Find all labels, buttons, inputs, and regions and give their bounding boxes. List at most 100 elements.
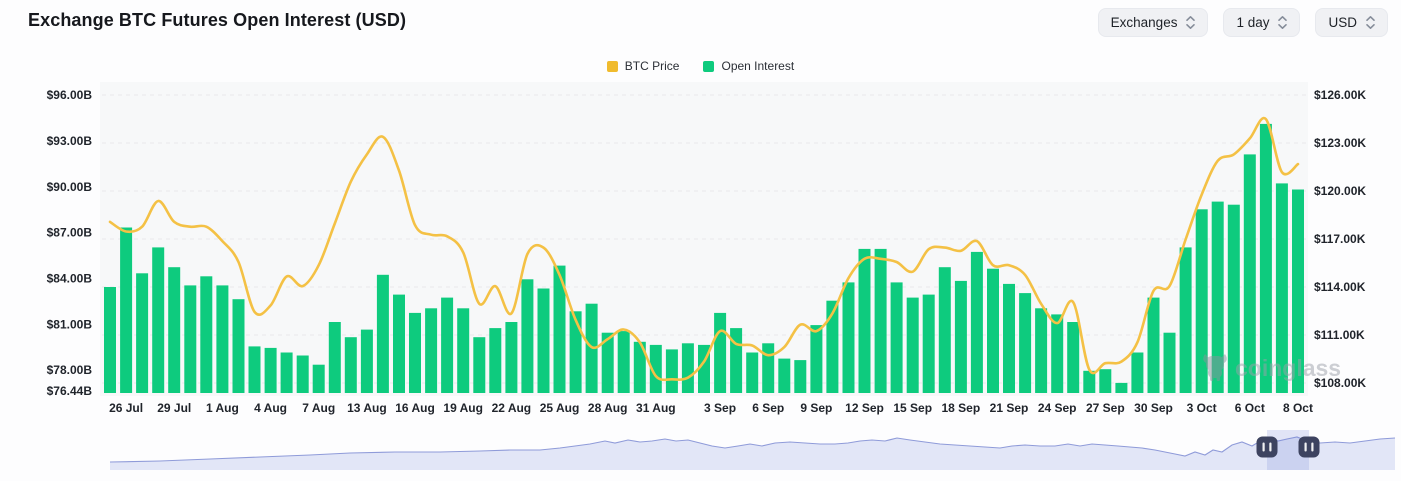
oi-bar[interactable] [281, 353, 293, 394]
x-axis-label: 9 Sep [800, 401, 832, 415]
currency-dropdown-label: USD [1328, 15, 1357, 30]
oi-bar[interactable] [843, 282, 855, 393]
pause-bars-icon [1305, 443, 1307, 452]
y-axis-label-left: $81.00B [47, 317, 93, 331]
oi-bar[interactable] [441, 298, 453, 393]
updown-chevron-icon [1366, 15, 1375, 30]
oi-bar[interactable] [1003, 284, 1015, 393]
oi-bar[interactable] [216, 285, 228, 393]
oi-bar[interactable] [104, 287, 116, 393]
oi-bar[interactable] [1148, 298, 1160, 393]
oi-bar[interactable] [473, 337, 485, 393]
oi-bar[interactable] [393, 295, 405, 393]
x-axis-label: 19 Aug [443, 401, 483, 415]
navigator-area[interactable] [110, 437, 1395, 470]
oi-bar[interactable] [489, 328, 501, 393]
oi-bar[interactable] [762, 343, 774, 393]
oi-bar[interactable] [907, 298, 919, 393]
oi-bar[interactable] [1180, 247, 1192, 393]
y-axis-label-right: $120.00K [1314, 184, 1366, 198]
oi-bar[interactable] [875, 249, 887, 393]
exchanges-dropdown[interactable]: Exchanges [1098, 8, 1209, 37]
oi-bar[interactable] [1115, 383, 1127, 393]
y-axis-label-left: $84.00B [47, 272, 93, 286]
legend-label-btc-price: BTC Price [625, 59, 680, 73]
oi-bar[interactable] [1196, 209, 1208, 393]
oi-bar[interactable] [136, 273, 148, 393]
oi-bar[interactable] [1035, 308, 1047, 393]
y-axis-label-left: $76.44B [47, 384, 93, 398]
updown-chevron-icon [1186, 15, 1195, 30]
oi-bar[interactable] [971, 252, 983, 393]
oi-bar[interactable] [859, 249, 871, 393]
oi-bar[interactable] [1019, 293, 1031, 393]
oi-bar[interactable] [409, 313, 421, 393]
chart-legend: BTC Price Open Interest [0, 59, 1401, 73]
oi-bar[interactable] [505, 322, 517, 393]
interval-dropdown-label: 1 day [1236, 15, 1269, 30]
y-axis-label-left: $96.00B [47, 88, 93, 102]
oi-bar[interactable] [794, 360, 806, 393]
y-axis-label-right: $114.00K [1314, 280, 1366, 294]
x-axis-label: 13 Aug [347, 401, 387, 415]
oi-bar[interactable] [618, 331, 630, 393]
legend-item-open-interest[interactable]: Open Interest [703, 59, 794, 73]
oi-bar[interactable] [538, 289, 550, 394]
oi-bar[interactable] [1164, 333, 1176, 393]
oi-bar[interactable] [987, 269, 999, 393]
oi-bar[interactable] [1260, 124, 1272, 393]
y-axis-label-left: $78.00B [47, 363, 93, 377]
oi-bar[interactable] [152, 247, 164, 393]
x-axis-label: 18 Sep [942, 401, 981, 415]
legend-label-open-interest: Open Interest [721, 59, 794, 73]
y-axis-label-left: $93.00B [47, 134, 93, 148]
oi-bar[interactable] [570, 311, 582, 393]
oi-bar[interactable] [425, 308, 437, 393]
x-axis-label: 24 Sep [1038, 401, 1077, 415]
oi-bar[interactable] [730, 328, 742, 393]
oi-bar[interactable] [345, 337, 357, 393]
x-axis-label: 4 Aug [254, 401, 287, 415]
oi-bar[interactable] [233, 299, 245, 393]
pause-bars-icon [1263, 443, 1265, 452]
oi-bar[interactable] [923, 295, 935, 393]
oi-bar[interactable] [746, 353, 758, 394]
oi-bar[interactable] [457, 308, 469, 393]
oi-bar[interactable] [714, 313, 726, 393]
oi-bar[interactable] [1067, 322, 1079, 393]
x-axis-label: 29 Jul [157, 401, 191, 415]
oi-bar[interactable] [184, 285, 196, 393]
oi-bar[interactable] [377, 275, 389, 393]
x-axis-label: 16 Aug [395, 401, 435, 415]
oi-bar[interactable] [521, 279, 533, 393]
oi-bar[interactable] [120, 228, 132, 394]
navigator-left-handle[interactable] [1257, 437, 1278, 458]
oi-bar[interactable] [666, 349, 678, 393]
oi-bar[interactable] [313, 365, 325, 393]
pause-bars-icon [1311, 443, 1313, 452]
oi-bar[interactable] [200, 276, 212, 393]
oi-bar[interactable] [682, 343, 694, 393]
oi-bar[interactable] [329, 322, 341, 393]
oi-bar[interactable] [891, 282, 903, 393]
currency-dropdown[interactable]: USD [1315, 8, 1388, 37]
oi-bar[interactable] [1131, 353, 1143, 394]
oi-bar[interactable] [265, 348, 277, 393]
legend-item-btc-price[interactable]: BTC Price [607, 59, 680, 73]
x-axis-label: 3 Oct [1187, 401, 1217, 415]
interval-dropdown[interactable]: 1 day [1223, 8, 1300, 37]
oi-bar[interactable] [297, 356, 309, 394]
oi-bar[interactable] [1099, 369, 1111, 393]
x-axis-label: 6 Sep [752, 401, 784, 415]
oi-bar[interactable] [810, 325, 822, 393]
oi-bar[interactable] [361, 330, 373, 393]
oi-bar[interactable] [168, 267, 180, 393]
y-axis-label-left: $90.00B [47, 180, 93, 194]
navigator-right-handle[interactable] [1299, 437, 1320, 458]
oi-bar[interactable] [249, 346, 261, 393]
oi-bar[interactable] [955, 281, 967, 393]
oi-bar[interactable] [939, 267, 951, 393]
x-axis-label: 15 Sep [893, 401, 932, 415]
oi-bar[interactable] [1051, 314, 1063, 393]
oi-bar[interactable] [778, 359, 790, 393]
